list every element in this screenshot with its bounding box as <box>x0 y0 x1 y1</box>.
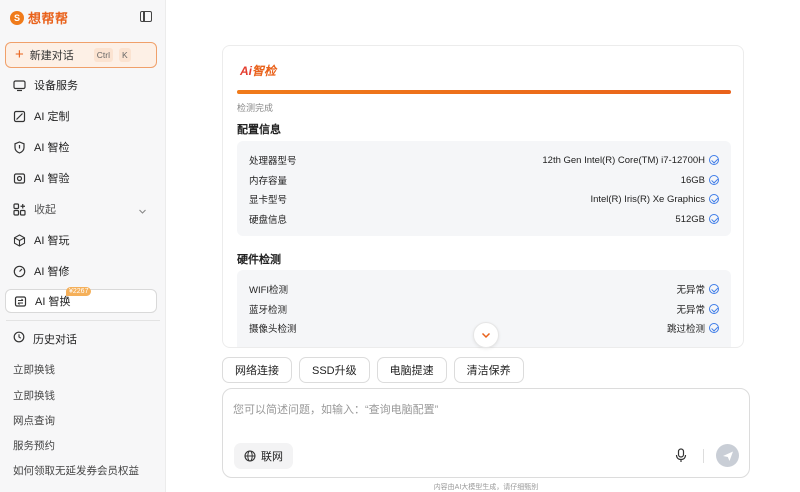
sidebar: S 想帮帮 + 新建对话 Ctrl K 设备服务 AI 定制 AI 智检 AI … <box>0 0 166 492</box>
config-value: Intel(R) Iris(R) Xe Graphics <box>590 194 719 205</box>
history-item[interactable]: 如何领取无延发券会员权益 <box>13 463 159 478</box>
sidebar-item-ai-check[interactable]: AI 智检 <box>5 135 157 159</box>
verify-icon <box>13 172 26 185</box>
hardware-value: 无异常 <box>676 282 719 296</box>
chevron-down-icon <box>138 203 147 221</box>
new-chat-button[interactable]: + 新建对话 Ctrl K <box>5 42 157 68</box>
check-circle-icon <box>709 194 719 204</box>
sidebar-item-ai-custom[interactable]: AI 定制 <box>5 104 157 128</box>
config-value: 512GB <box>675 214 719 225</box>
history-item[interactable]: 立即换钱 <box>13 388 159 403</box>
chip-ssd-upgrade[interactable]: SSD升级 <box>299 357 370 383</box>
microphone-icon[interactable] <box>675 448 687 468</box>
config-row: 内存容量 16GB <box>249 171 719 189</box>
globe-icon <box>244 450 256 462</box>
message-input[interactable] <box>233 401 733 431</box>
web-search-toggle[interactable]: 联网 <box>234 443 293 469</box>
ai-disclaimer: 内容由AI大模型生成，请仔细甄别 <box>433 484 539 491</box>
shortcut-ctrl: Ctrl <box>93 48 113 62</box>
shortcut-key: K <box>119 48 131 62</box>
web-search-label: 联网 <box>261 451 283 463</box>
history-title: 历史对话 <box>13 330 77 348</box>
composer-separator <box>703 449 704 463</box>
config-value: 12th Gen Intel(R) Core(TM) i7-12700H <box>542 155 719 166</box>
sidebar-item-label: AI 智修 <box>34 266 70 278</box>
hardware-row: 蓝牙检测 无异常 <box>249 300 719 318</box>
quick-actions: 网络连接 SSD升级 电脑提速 清洁保养 <box>222 357 524 383</box>
config-row: 硬盘信息 512GB <box>249 210 719 228</box>
hardware-section-title: 硬件检测 <box>237 254 281 266</box>
sidebar-item-label: AI 智验 <box>34 173 70 185</box>
chip-cleaning[interactable]: 清洁保养 <box>453 357 524 383</box>
sidebar-item-label: AI 智玩 <box>34 235 70 247</box>
sidebar-item-ai-play[interactable]: AI 智玩 <box>5 228 157 252</box>
plus-icon: + <box>15 45 24 63</box>
sidebar-item-collapse[interactable]: 收起 <box>5 197 157 221</box>
check-circle-icon <box>709 155 719 165</box>
sidebar-item-label: AI 智检 <box>34 142 70 154</box>
sidebar-divider <box>6 320 160 321</box>
config-label: 硬盘信息 <box>249 215 288 226</box>
price-badge: ¥2267 <box>66 287 92 296</box>
hardware-label: 蓝牙检测 <box>249 305 288 316</box>
check-result-card: Ai智检 检测完成 配置信息 处理器型号 12th Gen Intel(R) C… <box>222 45 744 348</box>
config-section-title: 配置信息 <box>237 124 281 136</box>
history-item[interactable]: 立即换钱 <box>13 362 159 377</box>
brand[interactable]: S 想帮帮 <box>10 8 69 27</box>
send-button[interactable] <box>716 444 739 467</box>
send-icon <box>722 451 733 461</box>
swap-icon <box>14 295 27 308</box>
hardware-label: 摄像头检测 <box>249 324 297 335</box>
check-circle-icon <box>709 175 719 185</box>
grid-plus-icon <box>13 202 26 216</box>
sidebar-toggle-icon[interactable] <box>140 11 152 22</box>
sidebar-item-label: 设备服务 <box>34 80 78 92</box>
sidebar-item-label: AI 定制 <box>34 111 70 123</box>
config-row: 显卡型号 Intel(R) Iris(R) Xe Graphics <box>249 190 719 208</box>
brand-name: 想帮帮 <box>28 11 69 26</box>
monitor-icon <box>13 79 26 92</box>
progress-fill <box>237 90 731 94</box>
config-row: 处理器型号 12th Gen Intel(R) Core(TM) i7-1270… <box>249 151 719 169</box>
sidebar-item-ai-verify[interactable]: AI 智验 <box>5 166 157 190</box>
history-title-label: 历史对话 <box>33 334 77 346</box>
config-value: 16GB <box>681 175 719 186</box>
config-info-box: 处理器型号 12th Gen Intel(R) Core(TM) i7-1270… <box>237 141 731 236</box>
hardware-value: 无异常 <box>676 302 719 316</box>
chip-speedup[interactable]: 电脑提速 <box>376 357 447 383</box>
chip-network[interactable]: 网络连接 <box>222 357 292 383</box>
message-composer: 联网 <box>222 388 750 478</box>
cube-icon <box>13 233 26 247</box>
sidebar-item-label: 收起 <box>34 204 56 216</box>
config-label: 内存容量 <box>249 176 288 187</box>
brand-logo-icon: S <box>10 10 24 25</box>
clock-icon <box>13 330 25 348</box>
hardware-value: 跳过检测 <box>667 321 719 335</box>
check-circle-icon <box>709 323 719 333</box>
sidebar-item-ai-swap[interactable]: AI 智换 ¥2267 <box>5 287 157 313</box>
new-chat-label: 新建对话 <box>29 50 74 62</box>
sidebar-item-device-service[interactable]: 设备服务 <box>5 73 157 97</box>
gauge-icon <box>13 265 26 278</box>
history-item[interactable]: 服务预约 <box>13 438 159 453</box>
check-status: 检测完成 <box>237 103 274 113</box>
shield-icon <box>13 140 26 154</box>
check-circle-icon <box>709 284 719 294</box>
config-label: 显卡型号 <box>249 195 288 206</box>
chevron-down-icon <box>481 332 491 339</box>
palette-icon <box>13 110 26 123</box>
history-item[interactable]: 网点查询 <box>13 413 159 428</box>
sidebar-item-ai-repair[interactable]: AI 智修 <box>5 259 157 283</box>
check-circle-icon <box>709 304 719 314</box>
hardware-row: WIFI检测 无异常 <box>249 280 719 298</box>
scroll-down-button[interactable] <box>473 322 499 348</box>
check-progress-bar <box>237 90 731 94</box>
hardware-label: WIFI检测 <box>249 285 289 296</box>
config-label: 处理器型号 <box>249 156 297 167</box>
check-circle-icon <box>709 214 719 224</box>
ai-check-logo: Ai智检 <box>240 64 277 78</box>
